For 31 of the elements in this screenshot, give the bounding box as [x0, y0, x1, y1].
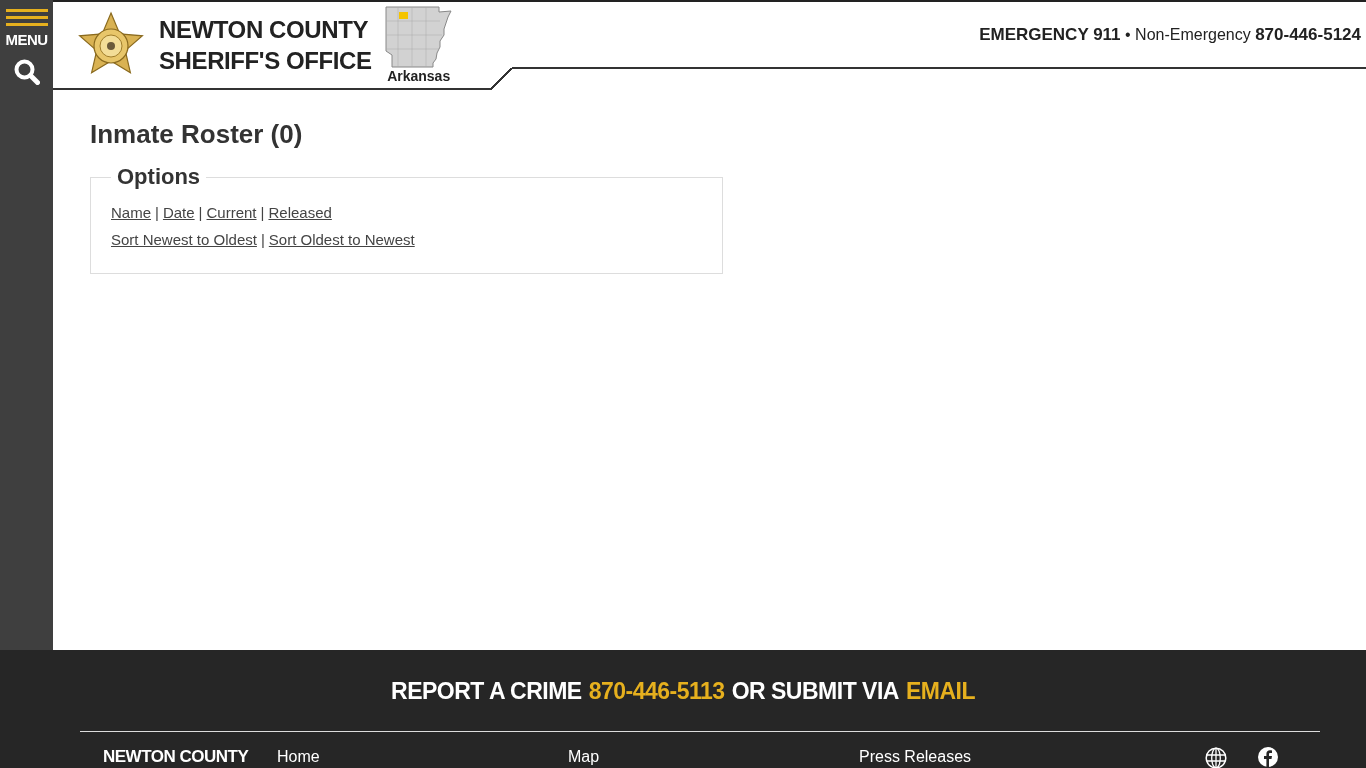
footer-nav-link[interactable]: Map — [568, 747, 600, 767]
option-link[interactable]: Name — [111, 204, 151, 221]
report-crime-text: REPORT A CRIME — [391, 677, 582, 706]
site-title-line: SHERIFF'S OFFICE — [159, 46, 372, 76]
option-link[interactable]: Released — [268, 204, 332, 221]
page-title: Inmate Roster (0) — [90, 118, 303, 150]
contact-link[interactable]: 870-446-5113 — [588, 671, 725, 711]
globe-icon[interactable] — [1205, 747, 1227, 768]
site-title-line: NEWTON COUNTY — [159, 15, 369, 45]
search-button[interactable] — [11, 58, 42, 86]
options-legend: Options — [111, 163, 207, 191]
option-link[interactable]: Current — [206, 204, 257, 221]
footer-brand: NEWTON COUNTY — [103, 747, 249, 767]
menu-button[interactable]: MENU — [0, 0, 53, 48]
state-map — [383, 4, 454, 68]
search-icon — [13, 59, 40, 85]
contact-link[interactable]: EMAIL — [905, 671, 975, 711]
menu-icon — [5, 9, 48, 26]
link-separator: | — [155, 204, 159, 221]
report-crime-text: OR SUBMIT VIA — [731, 677, 899, 706]
state-label: Arkansas — [387, 67, 451, 84]
footer-nav-link[interactable]: Press Releases — [859, 747, 972, 767]
link-separator: | — [260, 204, 265, 221]
link-separator: | — [260, 231, 265, 248]
contact-numbers: EMERGENCY 911 • Non-Emergency 870-446-5124 — [979, 24, 1361, 45]
footer-nav-link[interactable]: Home — [277, 747, 320, 767]
social-media-icon[interactable] — [1258, 747, 1278, 767]
option-link[interactable]: Sort Newest to Oldest — [111, 231, 257, 248]
option-link[interactable]: Sort Oldest to Newest — [268, 231, 415, 248]
option-link[interactable]: Date — [162, 204, 195, 221]
link-separator: | — [198, 204, 203, 221]
